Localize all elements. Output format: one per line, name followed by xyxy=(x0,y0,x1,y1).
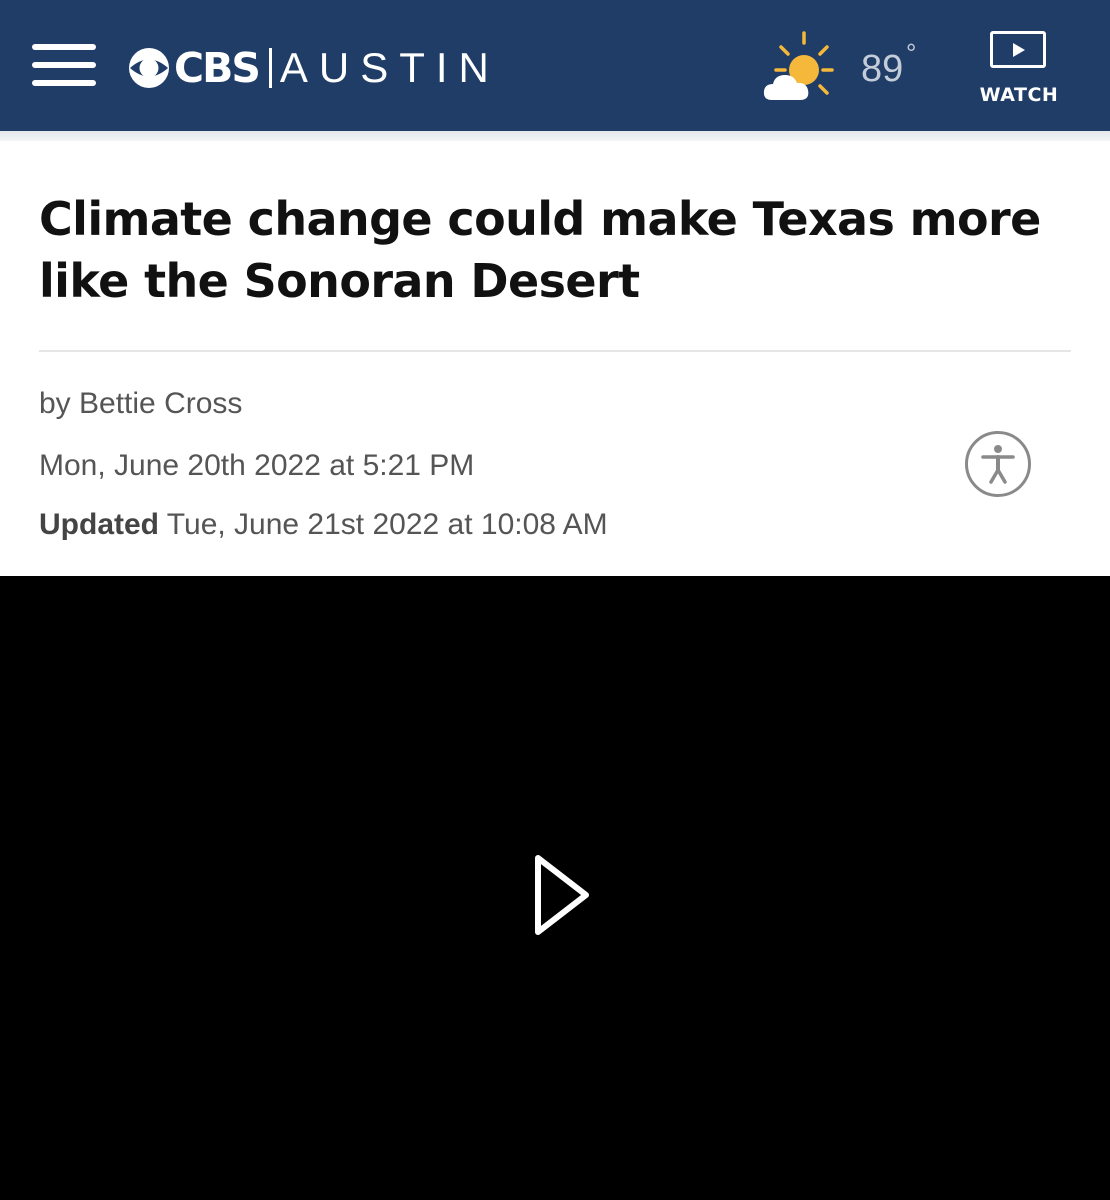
header-shadow xyxy=(0,131,1110,141)
cbs-eye-icon xyxy=(129,48,169,88)
weather-widget[interactable]: 89 ° xyxy=(760,30,940,104)
watch-label: WATCH xyxy=(979,84,1059,106)
updated-date: Tue, June 21st 2022 at 10:08 AM xyxy=(166,508,608,541)
logo-city-text: AUSTIN xyxy=(279,44,500,91)
watch-button[interactable]: WATCH xyxy=(970,29,1070,111)
logo-network-text: CBS xyxy=(174,43,261,92)
site-logo[interactable]: CBS AUSTIN xyxy=(128,40,500,96)
updated-label: Updated xyxy=(39,508,159,541)
logo-divider xyxy=(268,48,272,88)
partly-sunny-icon xyxy=(763,31,834,100)
headline-divider xyxy=(39,350,1071,352)
temperature-value: 89 xyxy=(861,48,904,90)
updated-date-line: Updated Tue, June 21st 2022 at 10:08 AM xyxy=(39,507,608,543)
video-player[interactable] xyxy=(0,576,1110,1200)
video-play-icon xyxy=(990,31,1046,68)
article-headline: Climate change could make Texas more lik… xyxy=(39,192,1041,308)
article-byline: by Bettie Cross xyxy=(39,387,243,420)
published-date: Mon, June 20th 2022 at 5:21 PM xyxy=(39,449,475,482)
site-header: CBS AUSTIN 89 ° WATCH xyxy=(0,0,1110,131)
play-icon[interactable] xyxy=(524,852,598,938)
degree-symbol: ° xyxy=(906,38,917,68)
accessibility-icon[interactable] xyxy=(964,430,1032,498)
hamburger-menu-icon[interactable] xyxy=(32,44,96,86)
